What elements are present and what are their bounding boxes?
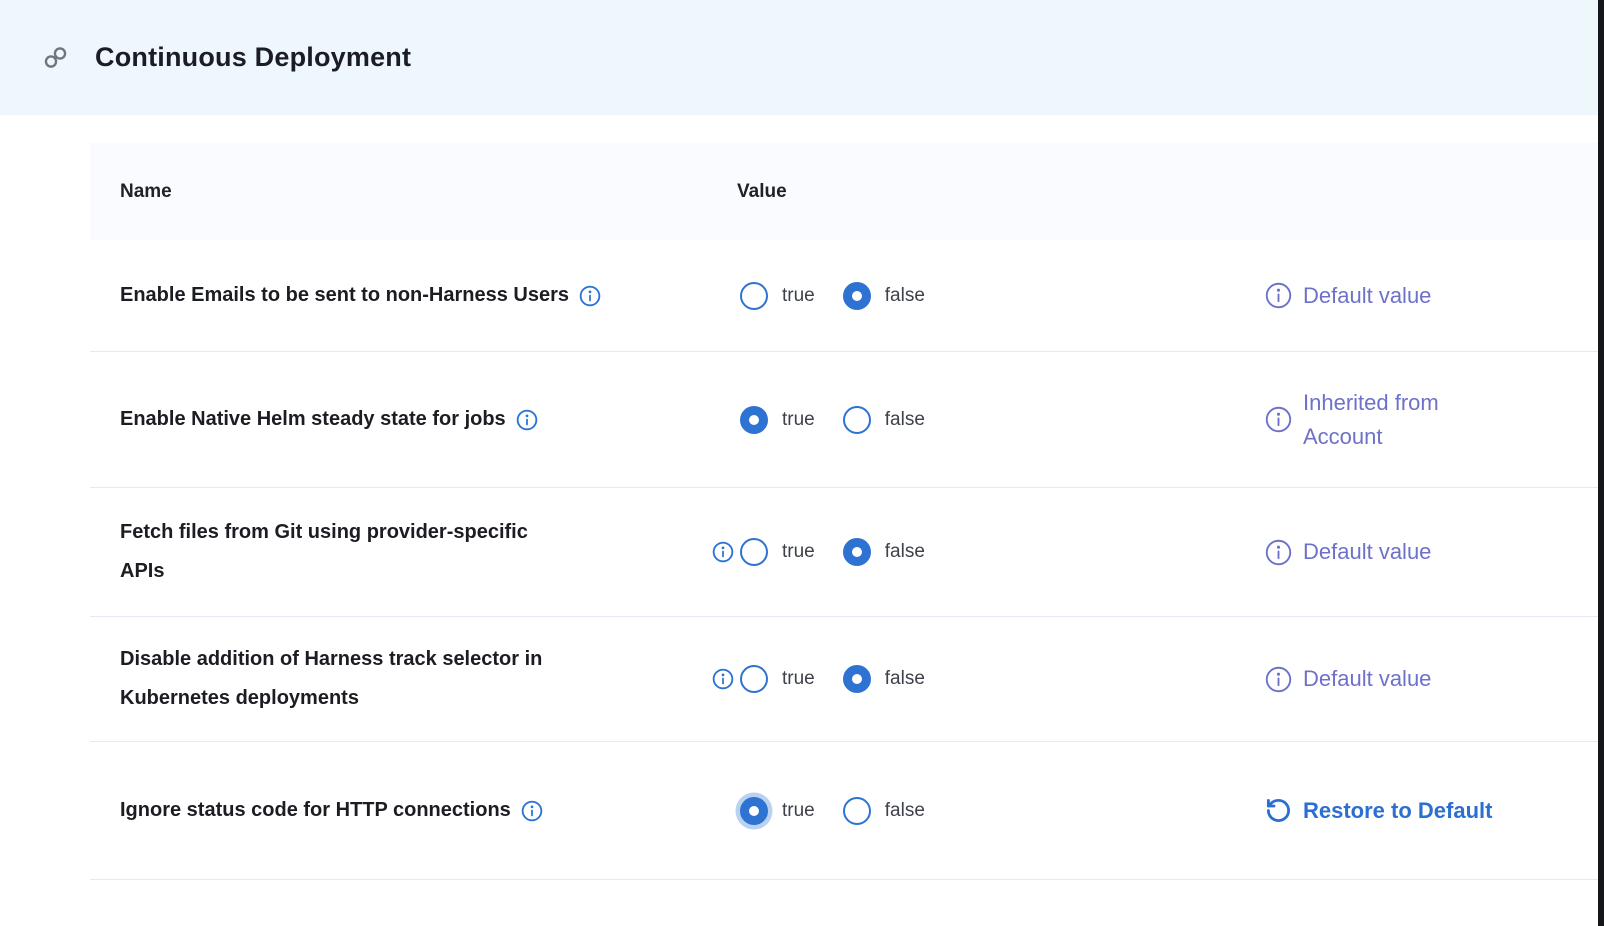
radio-true-label[interactable]: true: [782, 285, 815, 307]
setting-value-cell: true false: [710, 282, 1255, 310]
radio-true-label[interactable]: true: [782, 800, 815, 822]
radio-true[interactable]: [740, 282, 768, 310]
radio-false-label[interactable]: false: [885, 285, 925, 307]
setting-name-cell: Enable Native Helm steady state for jobs: [90, 400, 710, 439]
status-label[interactable]: Inherited from Account: [1303, 386, 1439, 454]
info-icon[interactable]: [712, 541, 734, 563]
radio-true[interactable]: [740, 406, 768, 434]
radio-true[interactable]: [740, 797, 768, 825]
settings-page: Continuous Deployment Name Value Enable …: [0, 0, 1604, 926]
info-icon[interactable]: [516, 409, 538, 431]
info-icon[interactable]: [1265, 406, 1292, 433]
table-row: Fetch files from Git using provider-spec…: [90, 488, 1598, 617]
status-label[interactable]: Restore to Default: [1303, 794, 1492, 828]
setting-name-cell: Disable addition of Harness track select…: [90, 640, 710, 718]
radio-false[interactable]: [843, 665, 871, 693]
status-cell: Default value: [1255, 662, 1598, 696]
window-edge: [1598, 0, 1604, 926]
setting-name: Fetch files from Git using provider-spec…: [120, 513, 528, 591]
setting-name: Enable Native Helm steady state for jobs: [120, 400, 506, 439]
radio-group: true false: [740, 665, 925, 693]
status-label[interactable]: Default value: [1303, 535, 1431, 569]
radio-group: true false: [740, 538, 925, 566]
column-header-name: Name: [90, 181, 710, 203]
radio-false-label[interactable]: false: [885, 409, 925, 431]
setting-name-cell: Enable Emails to be sent to non-Harness …: [90, 276, 710, 315]
setting-name: Ignore status code for HTTP connections: [120, 791, 511, 830]
setting-name: Enable Emails to be sent to non-Harness …: [120, 276, 569, 315]
table-row: Disable addition of Harness track select…: [90, 617, 1598, 742]
table-header-row: Name Value: [90, 143, 1598, 240]
setting-value-cell: true false: [710, 538, 1255, 566]
radio-true[interactable]: [740, 538, 768, 566]
radio-true[interactable]: [740, 665, 768, 693]
setting-name-cell: Fetch files from Git using provider-spec…: [90, 513, 710, 591]
radio-false-label[interactable]: false: [885, 668, 925, 690]
setting-value-cell: true false: [710, 406, 1255, 434]
status-cell: Default value: [1255, 279, 1598, 313]
settings-table: Name Value Enable Emails to be sent to n…: [90, 143, 1598, 880]
radio-group: true false: [740, 282, 925, 310]
restore-icon[interactable]: [1265, 797, 1292, 824]
info-icon[interactable]: [1265, 539, 1292, 566]
link-icon[interactable]: [42, 44, 69, 71]
radio-group: true false: [740, 406, 925, 434]
table-row: Enable Emails to be sent to non-Harness …: [90, 240, 1598, 352]
setting-value-cell: true false: [710, 797, 1255, 825]
status-cell: Inherited from Account: [1255, 386, 1598, 454]
section-title: Continuous Deployment: [95, 42, 411, 73]
radio-false-label[interactable]: false: [885, 541, 925, 563]
radio-false[interactable]: [843, 538, 871, 566]
status-label[interactable]: Default value: [1303, 662, 1431, 696]
table-body: Enable Emails to be sent to non-Harness …: [90, 240, 1598, 880]
radio-false[interactable]: [843, 797, 871, 825]
info-icon[interactable]: [712, 668, 734, 690]
radio-true-label[interactable]: true: [782, 541, 815, 563]
section-header: Continuous Deployment: [0, 0, 1598, 115]
info-icon[interactable]: [1265, 666, 1292, 693]
radio-true-label[interactable]: true: [782, 409, 815, 431]
info-icon[interactable]: [1265, 282, 1292, 309]
radio-false-label[interactable]: false: [885, 800, 925, 822]
setting-name-cell: Ignore status code for HTTP connections: [90, 791, 710, 830]
radio-group: true false: [740, 797, 925, 825]
status-cell: Restore to Default: [1255, 794, 1598, 828]
status-label[interactable]: Default value: [1303, 279, 1431, 313]
radio-false[interactable]: [843, 406, 871, 434]
status-cell: Default value: [1255, 535, 1598, 569]
radio-false[interactable]: [843, 282, 871, 310]
setting-value-cell: true false: [710, 665, 1255, 693]
info-icon[interactable]: [521, 800, 543, 822]
column-header-value: Value: [710, 181, 1255, 203]
table-row: Ignore status code for HTTP connections …: [90, 742, 1598, 880]
setting-name: Disable addition of Harness track select…: [120, 640, 542, 718]
radio-true-label[interactable]: true: [782, 668, 815, 690]
table-row: Enable Native Helm steady state for jobs…: [90, 352, 1598, 488]
info-icon[interactable]: [579, 285, 601, 307]
